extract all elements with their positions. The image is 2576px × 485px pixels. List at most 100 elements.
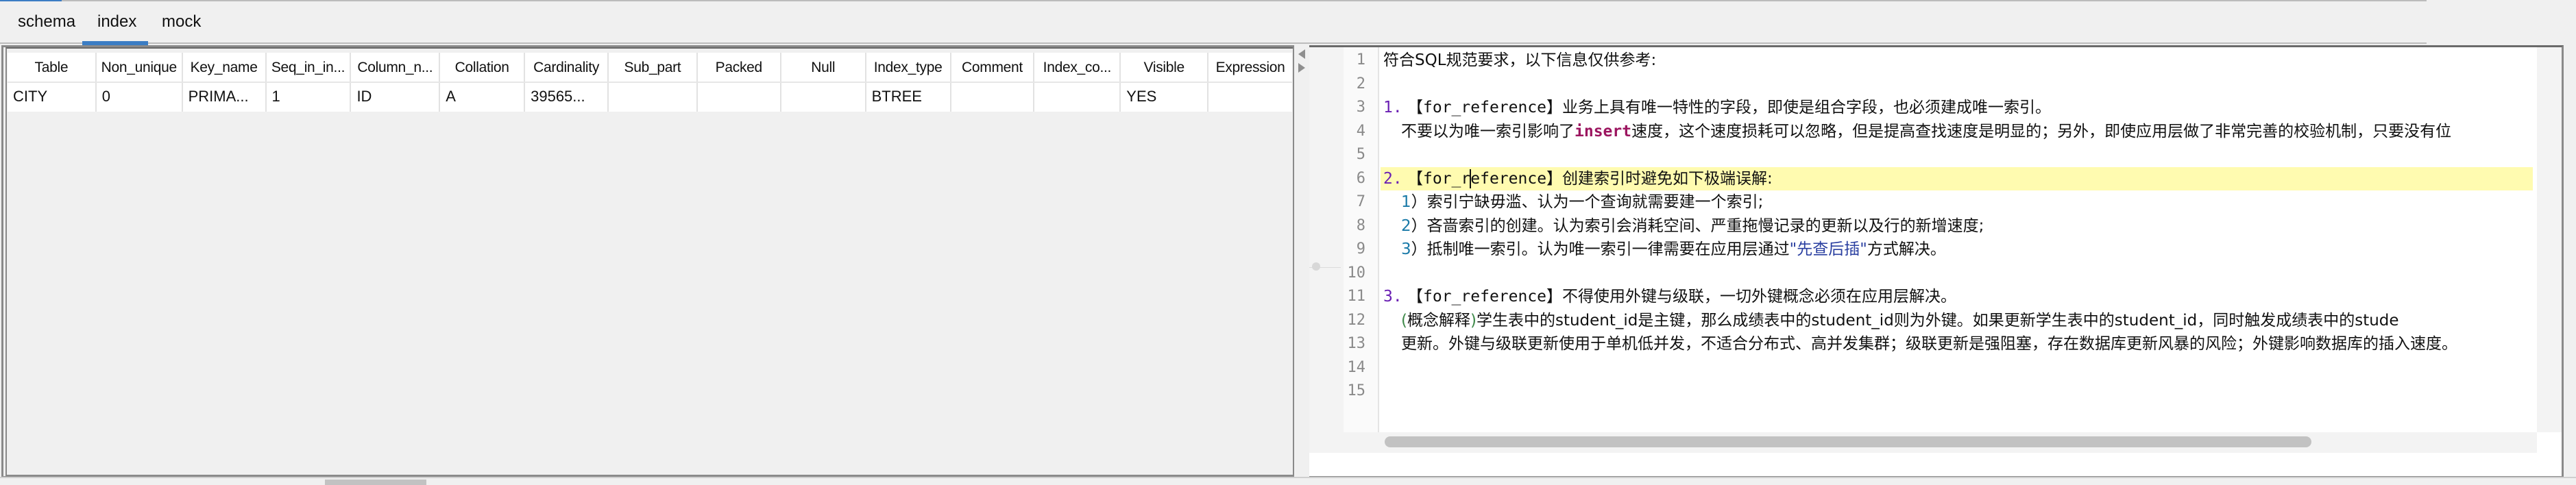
line-number: 8 [1356,216,1365,234]
table-cell[interactable]: ID [351,83,441,112]
rule-detail-text: 学生表中的student_id是主键，那么成绩表中的student_id则为外键… [1476,311,2399,329]
column-header-null[interactable]: Null [781,53,866,82]
tag-part: 【for_r [1407,169,1471,188]
column-header-comment[interactable]: Comment [951,53,1035,82]
collapse-right-arrow-icon[interactable] [1298,63,1305,73]
column-header-cardinality[interactable]: Cardinality [525,53,609,82]
code-line-12: (概念解释)学生表中的student_id是主键，那么成绩表中的student_… [1381,309,2533,333]
table-cell[interactable]: CITY [8,83,97,112]
table-cell[interactable] [1208,83,1292,112]
table-cell[interactable]: PRIMA... [183,83,267,112]
rule-detail-text: 不要以为唯一索引影响了 [1401,122,1575,140]
list-number: 1. [1383,99,1402,116]
column-header-collation[interactable]: Collation [440,53,526,82]
line-number: 9 [1356,240,1365,258]
rule-detail-text: 速度，这个速度损耗可以忽略，但是提高查找速度是明显的；另外，即使应用层做了非常完… [1631,122,2452,140]
paren-open: ( [1401,311,1407,329]
intro-text: 符合SQL规范要求，以下信息仅供参考: [1383,51,1657,69]
code-line-4: 不要以为唯一索引影响了insert速度，这个速度损耗可以忽略，但是提高查找速度是… [1381,120,2533,144]
horizontal-scrollbar-thumb[interactable] [1385,436,2311,447]
column-header-packed[interactable]: Packed [698,53,781,82]
code-line-8: 2）吝啬索引的创建。认为索引会消耗空间、严重拖慢记录的更新以及行的新增速度; [1381,214,2533,238]
column-header-expression[interactable]: Expression [1208,53,1292,82]
table-cell[interactable] [951,83,1035,112]
column-header-seq-in-index[interactable]: Seq_in_in... [267,53,352,82]
tab-label: mock [162,12,202,31]
table-cell[interactable]: BTREE [866,83,951,112]
table-cell[interactable]: YES [1121,83,1209,112]
split-divider[interactable] [1293,45,1309,478]
line-number: 7 [1356,193,1365,210]
table-cell[interactable]: A [440,83,526,112]
line-number: 3 [1356,99,1365,116]
column-header-table[interactable]: Table [8,53,97,82]
code-line-13: 更新。外键与级联更新使用于单机低并发，不适合分布式、高并发集群；级联更新是强阻塞… [1381,332,2533,356]
code-line-9: 3）抵制唯一索引。认为唯一索引一律需要在应用层通过"先查后插"方式解决。 [1381,238,2533,262]
column-header-non-unique[interactable]: Non_unique [97,53,183,82]
list-number: 2. [1383,169,1402,188]
line-number: 14 [1347,358,1366,376]
concept-label: 概念解释 [1407,311,1470,329]
tag-part: eference】 [1470,169,1563,188]
breakpoint-marker-icon[interactable] [1312,262,1320,271]
line-number: 1 [1356,51,1365,69]
sub-item-number: 2 [1401,216,1411,235]
tab-label: schema [18,12,76,31]
sub-item-text: 方式解决。 [1867,240,1946,258]
column-header-index-comment[interactable]: Index_co... [1034,53,1121,82]
line-numbers: 1 2 3 4 5 6 7 8 9 10 11 12 13 14 15 [1344,47,1379,432]
line-number: 4 [1356,122,1365,140]
rule-detail-text: 更新。外键与级联更新使用于单机低并发，不适合分布式、高并发集群；级联更新是强阻塞… [1401,335,2457,353]
editor-gutter [1309,47,1344,432]
text-editor[interactable]: 1 2 3 4 5 6 7 8 9 10 11 12 13 14 15 符合SQ… [1309,45,2564,478]
reference-tag: 【for_reference】 [1407,99,1563,116]
line-number: 10 [1347,264,1366,282]
code-line-7: 1）索引宁缺毋滥、认为一个查询就需要建一个索引; [1381,190,2533,214]
vertical-scrollbar[interactable] [2537,47,2562,432]
sub-item-number: 1 [1401,193,1411,211]
tab-bar: schema index mock [0,1,2427,45]
rule-text: 不得使用外键与级联，一切外键概念必须在应用层解决。 [1562,288,1957,306]
table-header-row: Table Non_unique Key_name Seq_in_in... C… [8,53,1292,83]
index-table: Table Non_unique Key_name Seq_in_in... C… [8,53,1292,112]
column-header-visible[interactable]: Visible [1121,53,1209,82]
table-cell[interactable] [1034,83,1121,112]
tab-mock[interactable]: mock [162,1,223,44]
quoted-string: "先查后插" [1789,240,1867,258]
tab-label: index [97,12,137,31]
line-number: 11 [1347,288,1366,305]
table-cell[interactable]: 0 [97,83,183,112]
code-line-1: 符合SQL规范要求，以下信息仅供参考: [1381,49,2533,73]
column-header-column-name[interactable]: Column_n... [351,53,441,82]
horizontal-scrollbar[interactable] [1379,432,2537,453]
tab-index[interactable]: index [82,1,148,45]
line-number: 12 [1347,311,1366,329]
reference-tag: 【for_reference】 [1407,288,1563,306]
table-cell[interactable] [781,83,866,112]
editor-content[interactable]: 符合SQL规范要求，以下信息仅供参考: 1. 【for_reference】业务… [1381,47,2533,432]
column-header-index-type[interactable]: Index_type [866,53,951,82]
line-number: 6 [1356,169,1365,187]
list-number: 3. [1383,288,1402,306]
reference-tag: 【for_reference】 [1407,169,1563,188]
collapse-left-arrow-icon[interactable] [1298,49,1305,59]
column-header-sub-part[interactable]: Sub_part [609,53,698,82]
table-cell[interactable] [698,83,781,112]
column-header-key-name[interactable]: Key_name [183,53,267,82]
tab-schema[interactable]: schema [18,1,86,44]
code-line-3: 1. 【for_reference】业务上具有唯一特性的字段，即使是组合字段，也… [1381,96,2533,120]
table-cell[interactable]: 1 [267,83,352,112]
table-cell[interactable] [609,83,698,112]
line-number: 15 [1347,382,1366,399]
code-line-6-current: 2. 【for_reference】创建索引时避免如下极端误解: [1381,166,2533,190]
table-horizontal-scrollbar-thumb[interactable] [325,480,426,485]
sub-item-text: ）索引宁缺毋滥、认为一个查询就需要建一个索引; [1411,193,1764,211]
table-cell[interactable]: 39565... [525,83,609,112]
rule-text: 创建索引时避免如下极端误解: [1562,169,1773,188]
table-row[interactable]: CITY 0 PRIMA... 1 ID A 39565... BTREE YE… [8,83,1292,112]
